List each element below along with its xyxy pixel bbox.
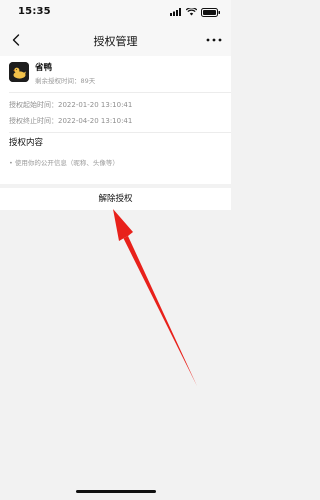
status-time: 15:35: [18, 6, 51, 17]
auth-start-row: 授权起始时间：2022-01-20 13:10:41: [9, 100, 132, 110]
home-indicator: [76, 490, 156, 493]
signal-icon: [170, 8, 181, 16]
page-title: 授权管理: [93, 35, 138, 48]
revoke-authorization-button[interactable]: 解除授权: [0, 188, 231, 210]
app-name: 省鸭: [35, 63, 53, 73]
wifi-icon: [186, 8, 197, 16]
auth-scope-header: 授权内容: [0, 132, 231, 156]
auth-scope-title: 授权内容: [9, 138, 44, 148]
auth-end-row: 授权终止时间：2022-04-20 13:10:41: [9, 116, 132, 126]
status-icons: [170, 7, 221, 17]
nav-bar: 授权管理: [0, 24, 231, 56]
auth-scope-section: • 使用你的公开信息（昵称、头像等）: [0, 156, 231, 184]
more-dots-icon: [206, 38, 222, 42]
auth-end-label: 授权终止时间：: [9, 117, 58, 125]
divider: [9, 132, 231, 133]
auth-start-label: 授权起始时间：: [9, 101, 58, 109]
auth-end-value: 2022-04-20 13:10:41: [58, 117, 133, 125]
auth-scope-item: • 使用你的公开信息（昵称、头像等）: [9, 159, 119, 167]
auth-start-value: 2022-01-20 13:10:41: [58, 101, 133, 109]
more-button[interactable]: [203, 30, 225, 50]
divider: [9, 92, 231, 93]
app-card: 省鸭 剩余授权时间：89天: [0, 56, 231, 92]
battery-icon: [201, 7, 220, 17]
auth-time-section: 授权起始时间：2022-01-20 13:10:41 授权终止时间：2022-0…: [0, 92, 231, 132]
duck-logo-icon: [9, 62, 29, 82]
status-bar: 15:35: [0, 0, 231, 24]
remaining-time: 剩余授权时间：89天: [35, 77, 96, 85]
